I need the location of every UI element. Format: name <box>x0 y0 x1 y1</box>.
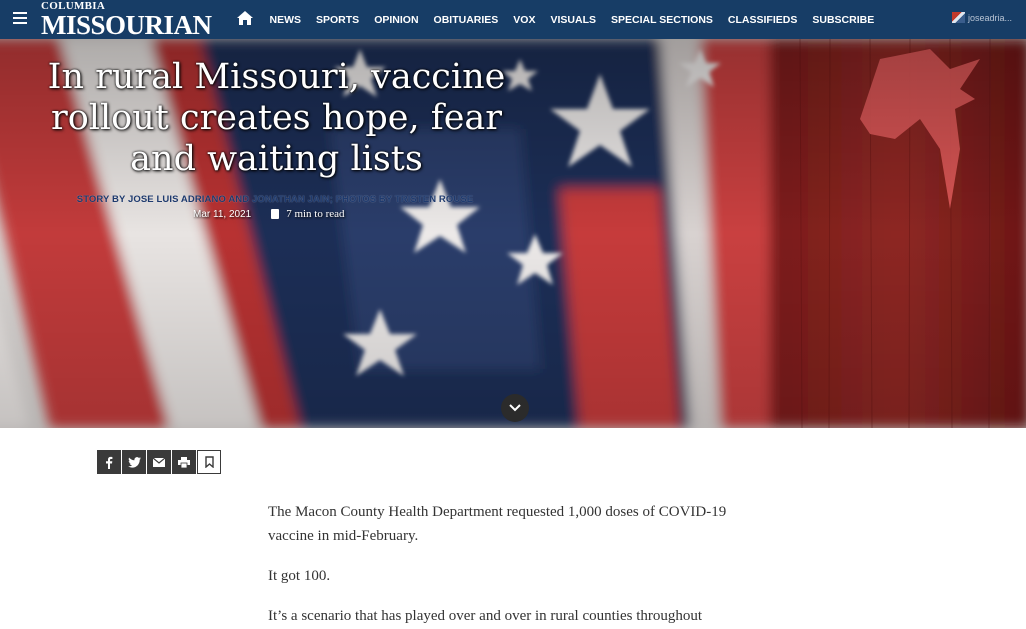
scroll-down-button[interactable] <box>501 394 529 422</box>
logo-main-text: MISSOURIAN <box>41 10 212 40</box>
article-paragraph: The Macon County Health Department reque… <box>268 504 727 544</box>
home-icon[interactable] <box>237 11 253 25</box>
share-toolbar <box>97 450 222 474</box>
nav-visuals[interactable]: VISUALS <box>543 14 604 26</box>
article-body: The Macon County Health Department reque… <box>268 500 758 629</box>
email-share-button[interactable] <box>147 450 171 474</box>
nav-special-sections[interactable]: SPECIAL SECTIONS <box>604 14 721 26</box>
nav-subscribe[interactable]: SUBSCRIBE <box>805 14 882 26</box>
bookmark-icon <box>204 456 214 468</box>
article-paragraph: It’s a scenario that has played over and… <box>268 608 703 624</box>
facebook-icon <box>106 456 113 469</box>
user-account-menu[interactable]: joseadria... <box>951 12 1012 23</box>
twitter-icon <box>127 456 141 468</box>
site-logo[interactable]: COLUMBIA MISSOURIAN <box>41 1 212 40</box>
publish-date: Mar 11, 2021 <box>193 208 252 220</box>
chevron-down-icon <box>509 404 521 412</box>
nav-sports[interactable]: SPORTS <box>309 14 367 26</box>
read-time: 7 min to read <box>286 208 345 220</box>
user-name: joseadria... <box>967 12 1012 23</box>
article-byline[interactable]: STORY BY JOSE LUIS ADRIANO AND JONATHAN … <box>30 194 520 205</box>
nav-obituaries[interactable]: OBITUARIES <box>426 14 506 26</box>
bookmark-button[interactable] <box>197 450 221 474</box>
menu-icon[interactable] <box>13 12 27 26</box>
email-icon <box>153 457 165 467</box>
article-paragraph: It got 100. <box>268 568 331 584</box>
hero-image: In rural Missouri, vaccine rollout creat… <box>0 39 1026 428</box>
print-button[interactable] <box>172 450 196 474</box>
avatar <box>951 12 965 23</box>
nav-news[interactable]: NEWS <box>262 14 309 26</box>
main-nav: NEWS SPORTS OPINION OBITUARIES VOX VISUA… <box>262 0 882 39</box>
nav-classifieds[interactable]: CLASSIFIEDS <box>720 14 804 26</box>
print-icon <box>178 456 190 468</box>
twitter-share-button[interactable] <box>122 450 146 474</box>
facebook-share-button[interactable] <box>97 450 121 474</box>
article-headline: In rural Missouri, vaccine rollout creat… <box>47 57 506 179</box>
book-icon <box>271 209 280 219</box>
nav-opinion[interactable]: OPINION <box>367 14 426 26</box>
top-nav-bar: COLUMBIA MISSOURIAN NEWS SPORTS OPINION … <box>0 0 1026 39</box>
nav-vox[interactable]: VOX <box>506 14 543 26</box>
article-meta: Mar 11, 2021 7 min to read <box>193 208 345 220</box>
